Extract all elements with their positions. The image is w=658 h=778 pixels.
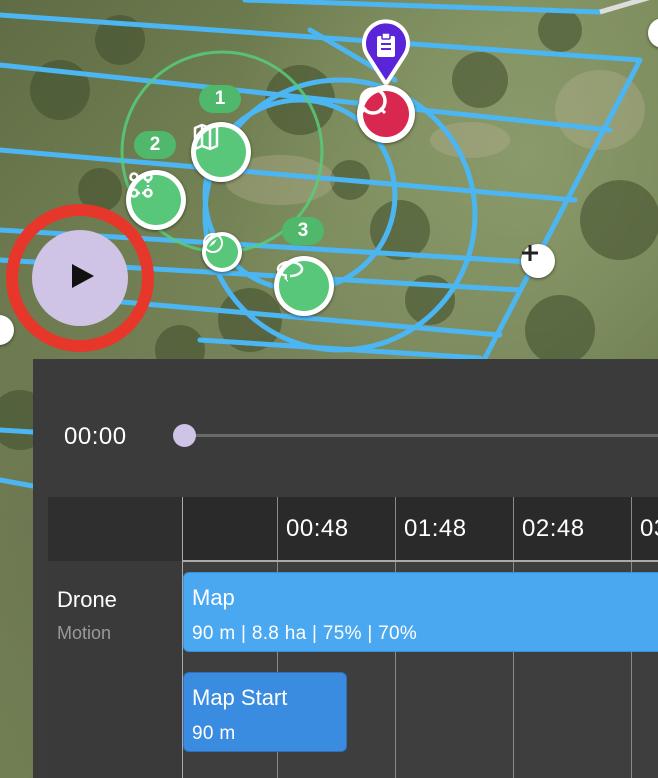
waypoint-badge-3: 3	[282, 217, 324, 245]
poi-pin[interactable]	[358, 16, 414, 86]
current-time: 00:00	[64, 423, 127, 450]
play-button[interactable]	[32, 230, 128, 326]
tick-label: 01:48	[404, 515, 467, 542]
timeline-block-map[interactable]: Map 90 m | 8.8 ha | 75% | 70%	[183, 572, 658, 652]
track-name: Drone	[57, 587, 117, 612]
waypoint-map[interactable]	[191, 122, 251, 182]
timeline-panel: 00:00 00:48 01:48 02:48 03 Drone Motion …	[33, 359, 658, 778]
waypoint-route[interactable]	[126, 170, 186, 230]
block-detail: 90 m | 8.8 ha | 75% | 70%	[192, 623, 418, 644]
tick-label: 00:48	[286, 515, 349, 542]
play-icon	[64, 262, 96, 295]
scrubber-track[interactable]	[183, 434, 658, 437]
block-detail: 90 m	[192, 723, 236, 744]
waypoint-badge-2: 2	[134, 131, 176, 159]
playback-row: 00:00	[33, 359, 658, 497]
waypoint-orbit[interactable]	[274, 256, 334, 316]
tick-label: 02:48	[522, 515, 585, 542]
waypoint-badge-1: 1	[199, 85, 241, 113]
block-title: Map	[192, 585, 235, 610]
add-waypoint-button[interactable]	[521, 244, 555, 278]
compass-marker[interactable]	[202, 232, 242, 272]
scrubber-thumb[interactable]	[173, 424, 196, 447]
target-marker[interactable]	[357, 85, 415, 143]
timeline-block-map-start[interactable]: Map Start 90 m	[183, 672, 347, 752]
track-subtitle: Motion	[57, 623, 112, 643]
timeline-grid[interactable]: 00:48 01:48 02:48 03 Drone Motion Map 90…	[48, 497, 658, 778]
header-divider	[182, 560, 658, 562]
block-title: Map Start	[192, 685, 288, 710]
timeline-header-corner	[48, 497, 182, 561]
tick-label: 03	[640, 515, 658, 542]
